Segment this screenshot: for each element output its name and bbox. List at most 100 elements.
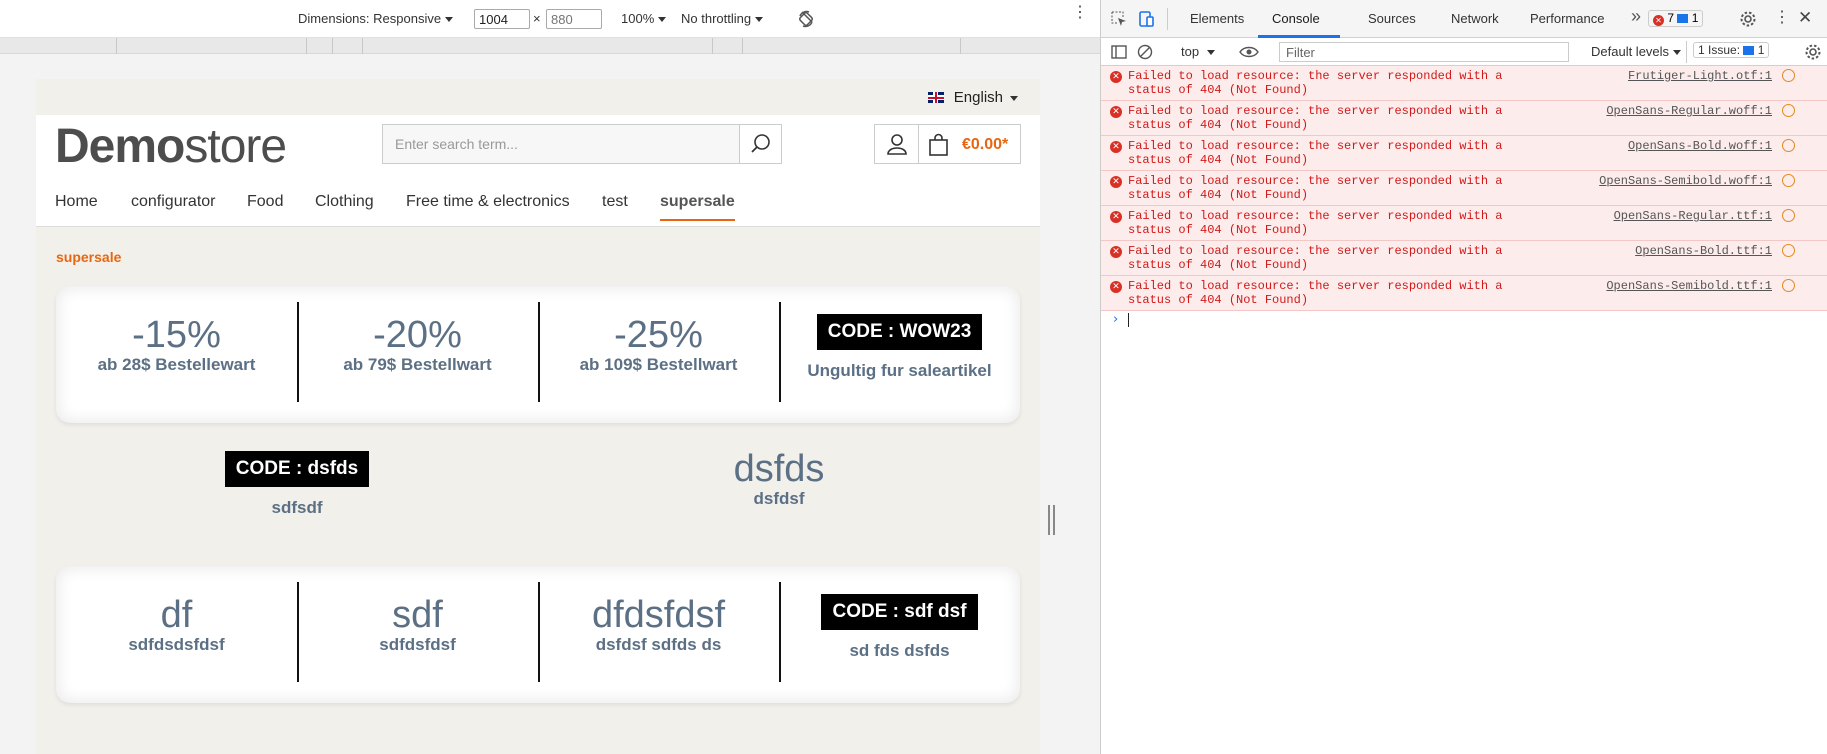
nav-item-configurator[interactable]: configurator bbox=[131, 193, 216, 211]
message-source-link[interactable]: OpenSans-Bold.ttf:1 bbox=[1635, 244, 1772, 258]
dimensions-label: Dimensions: Responsive bbox=[298, 11, 442, 26]
message-source-link[interactable]: OpenSans-Semibold.ttf:1 bbox=[1606, 279, 1772, 293]
more-tabs-button[interactable]: » bbox=[1631, 6, 1641, 27]
message-text: Failed to load resource: the server resp… bbox=[1128, 104, 1503, 132]
network-request-icon[interactable] bbox=[1782, 279, 1795, 292]
promo-discount: -15% bbox=[132, 314, 221, 356]
zoom-dropdown[interactable]: 100% bbox=[621, 11, 667, 26]
network-request-icon[interactable] bbox=[1782, 244, 1795, 257]
network-request-icon[interactable] bbox=[1782, 209, 1795, 222]
divider bbox=[1686, 41, 1687, 63]
close-icon[interactable]: ✕ bbox=[1798, 8, 1812, 28]
breadcrumb[interactable]: supersale bbox=[56, 249, 121, 265]
more-options-icon[interactable]: ⋮ bbox=[1072, 5, 1088, 21]
message-source-link[interactable]: Frutiger-Light.otf:1 bbox=[1628, 69, 1772, 83]
settings-gear-icon[interactable] bbox=[1739, 10, 1757, 28]
context-selector[interactable]: top bbox=[1181, 44, 1216, 59]
chevron-down-icon bbox=[1673, 50, 1682, 56]
language-label: English bbox=[953, 89, 1003, 106]
throttling-label: No throttling bbox=[681, 11, 752, 26]
promo-condition: dsfdsf sdfds ds bbox=[595, 635, 722, 654]
chevron-down-icon bbox=[755, 17, 764, 23]
promo-code: CODE : sdf dsf bbox=[821, 594, 978, 630]
error-icon: ✕ bbox=[1110, 106, 1122, 118]
message-icon bbox=[1677, 14, 1689, 23]
promo-condition: sdfdsfdsf bbox=[379, 635, 456, 654]
promo-box-1: -15% ab 28$ Bestellewart -20% ab 79$ Beste… bbox=[56, 286, 1020, 423]
message-source-link[interactable]: OpenSans-Bold.woff:1 bbox=[1628, 139, 1772, 153]
message-text: Failed to load resource: the server resp… bbox=[1128, 279, 1503, 307]
tab-elements[interactable]: Elements bbox=[1190, 11, 1244, 26]
tab-performance[interactable]: Performance bbox=[1530, 11, 1604, 26]
devtools-menu-icon[interactable]: ⋮ bbox=[1774, 9, 1790, 27]
tab-network[interactable]: Network bbox=[1451, 11, 1499, 26]
rotate-icon[interactable] bbox=[796, 9, 816, 29]
storefront-viewport: English Demostore €0.00* Home configurat… bbox=[36, 79, 1040, 754]
top-bar: English bbox=[56, 79, 1040, 115]
network-request-icon[interactable] bbox=[1782, 174, 1795, 187]
network-request-icon[interactable] bbox=[1782, 139, 1795, 152]
cart-button[interactable]: €0.00* bbox=[918, 124, 1021, 164]
promo-title: dfdsfdsf bbox=[591, 594, 726, 636]
nav-item-food[interactable]: Food bbox=[247, 193, 283, 211]
console-settings-gear-icon[interactable] bbox=[1804, 43, 1822, 61]
info-count: 1 bbox=[1691, 11, 1699, 25]
width-input[interactable] bbox=[474, 9, 530, 29]
clear-console-icon[interactable] bbox=[1137, 44, 1153, 60]
device-emulation-pane: Dimensions: Responsive × 100% No throttl… bbox=[0, 0, 1100, 754]
height-input[interactable] bbox=[546, 9, 602, 29]
account-button[interactable] bbox=[874, 124, 919, 164]
cart-total: €0.00* bbox=[962, 136, 1009, 153]
message-source-link[interactable]: OpenSans-Semibold.woff:1 bbox=[1599, 174, 1772, 188]
promo-code: CODE : dsfds bbox=[224, 451, 370, 487]
error-counter[interactable]: ✕ 7 1 bbox=[1648, 10, 1704, 27]
chevron-down-icon bbox=[658, 17, 667, 23]
console-message: ✕ Failed to load resource: the server res… bbox=[1101, 66, 1827, 101]
network-request-icon[interactable] bbox=[1782, 104, 1795, 117]
network-request-icon[interactable] bbox=[1782, 69, 1795, 82]
tab-sources[interactable]: Sources bbox=[1368, 11, 1416, 26]
nav-item-home[interactable]: Home bbox=[55, 193, 98, 211]
user-icon bbox=[887, 134, 907, 155]
error-icon: ✕ bbox=[1110, 141, 1122, 153]
log-levels-dropdown[interactable]: Default levels bbox=[1591, 44, 1682, 59]
language-switcher[interactable]: English bbox=[927, 89, 1018, 106]
dimensions-dropdown[interactable]: Dimensions: Responsive bbox=[298, 11, 454, 26]
message-source-link[interactable]: OpenSans-Regular.woff:1 bbox=[1606, 104, 1772, 118]
console-input-cursor[interactable] bbox=[1128, 313, 1129, 327]
log-levels-label: Default levels bbox=[1591, 44, 1670, 59]
console-message: ✕ Failed to load resource: the server res… bbox=[1101, 276, 1827, 311]
issues-label: 1 Issue: bbox=[1698, 43, 1741, 57]
store-logo[interactable]: Demostore bbox=[55, 119, 287, 174]
issues-button[interactable]: 1 Issue: 1 bbox=[1693, 42, 1770, 58]
search-input[interactable] bbox=[383, 125, 741, 163]
nav-item-test[interactable]: test bbox=[602, 193, 628, 211]
device-toolbar-icon[interactable] bbox=[1137, 10, 1155, 28]
promo-condition: ab 28$ Bestellewart bbox=[97, 355, 256, 374]
error-icon: ✕ bbox=[1110, 246, 1122, 258]
promo-condition: Ungultig fur saleartikel bbox=[807, 361, 992, 380]
promo-condition: sdfdsdsfdsf bbox=[128, 635, 225, 654]
promo-cell: df sdfdsdsfdsf bbox=[56, 582, 297, 682]
error-icon: ✕ bbox=[1110, 176, 1122, 188]
throttling-dropdown[interactable]: No throttling bbox=[681, 11, 764, 26]
issues-count: 1 bbox=[1757, 43, 1765, 57]
error-icon: ✕ bbox=[1110, 211, 1122, 223]
uk-flag-icon bbox=[927, 92, 944, 103]
live-expression-eye-icon[interactable] bbox=[1239, 44, 1259, 60]
tab-console[interactable]: Console bbox=[1272, 11, 1320, 26]
resize-handle[interactable] bbox=[1048, 505, 1055, 535]
inspect-element-icon[interactable] bbox=[1111, 11, 1127, 27]
nav-item-clothing[interactable]: Clothing bbox=[315, 193, 374, 211]
sidebar-toggle-icon[interactable] bbox=[1111, 44, 1127, 60]
message-source-link[interactable]: OpenSans-Regular.ttf:1 bbox=[1614, 209, 1772, 223]
console-filter-input[interactable] bbox=[1279, 42, 1569, 62]
promo-discount: -25% bbox=[614, 314, 703, 356]
console-message: ✕ Failed to load resource: the server res… bbox=[1101, 101, 1827, 136]
promo-row-2: CODE : dsfds sdfsdf dsfds dsfdsf bbox=[56, 449, 1020, 551]
nav-item-free-time-electronics[interactable]: Free time & electronics bbox=[406, 193, 570, 211]
message-text: Failed to load resource: the server resp… bbox=[1128, 139, 1503, 167]
nav-item-supersale[interactable]: supersale bbox=[660, 193, 735, 221]
promo-condition: dsfdsf bbox=[753, 489, 805, 508]
search-button[interactable] bbox=[739, 125, 781, 163]
